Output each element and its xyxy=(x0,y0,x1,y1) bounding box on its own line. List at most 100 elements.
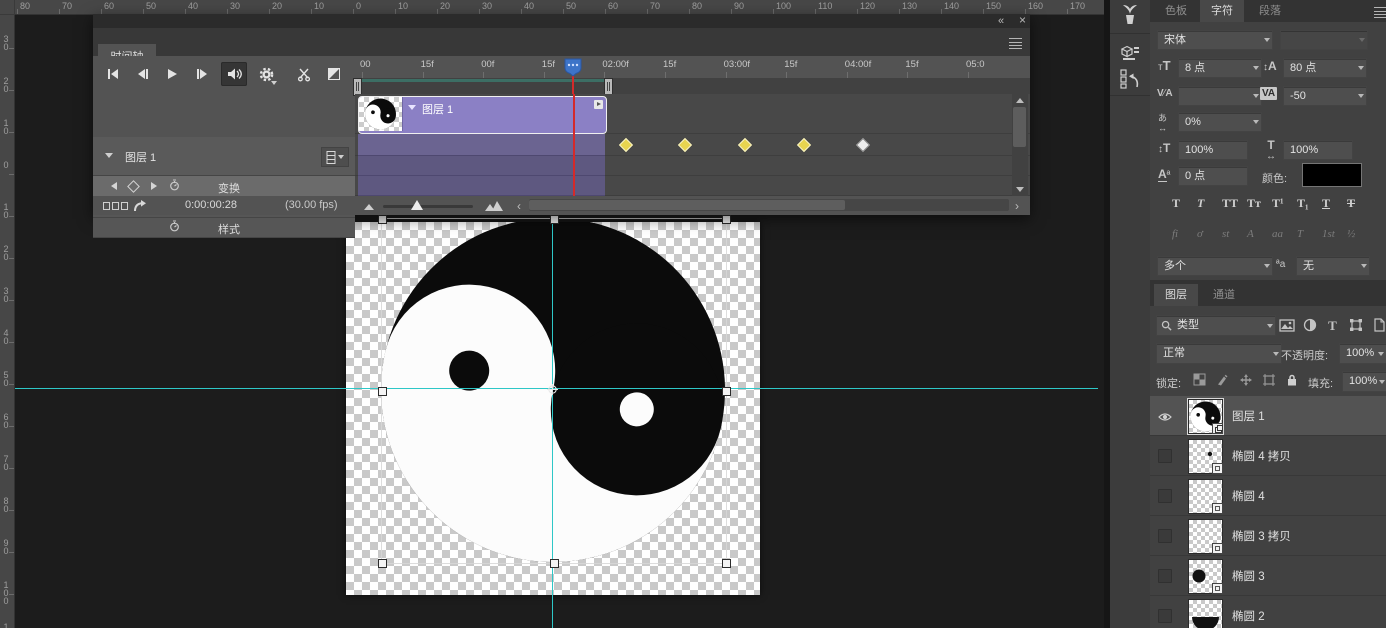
layer-thumbnail[interactable] xyxy=(1188,439,1223,474)
contextual-alternates-button[interactable]: ơ xyxy=(1197,228,1203,240)
layer-row[interactable]: 图层 1 xyxy=(1150,396,1386,436)
layer-row[interactable]: 椭圆 4 xyxy=(1150,476,1386,516)
add-keyframe-icon[interactable] xyxy=(127,180,140,193)
zoom-out-icon[interactable] xyxy=(363,202,375,210)
titling-alternates-button[interactable]: T xyxy=(1297,228,1303,240)
keyframe-diamond[interactable] xyxy=(797,137,811,151)
visibility-toggle-box[interactable] xyxy=(1158,569,1172,583)
visibility-toggle-box[interactable] xyxy=(1158,529,1172,543)
clip-collapse-icon[interactable] xyxy=(408,105,416,110)
subscript-button[interactable]: T₁ xyxy=(1297,196,1309,211)
previous-keyframe-icon[interactable] xyxy=(111,182,117,190)
transform-handle[interactable] xyxy=(378,559,387,568)
layer-thumbnail[interactable] xyxy=(1188,599,1223,628)
leading-select[interactable]: 80 点 xyxy=(1283,58,1367,78)
time-ruler[interactable]: 0015f00f15f02:00f15f03:00f15f04:00f15f05… xyxy=(355,56,1030,79)
transform-handle[interactable] xyxy=(722,215,731,224)
stopwatch-icon[interactable] xyxy=(169,220,180,232)
clip-menu-icon[interactable] xyxy=(594,100,603,109)
smart-object-filter-icon[interactable] xyxy=(1370,317,1386,333)
keyframe-diamond[interactable] xyxy=(619,137,633,151)
strikethrough-button[interactable]: T xyxy=(1347,196,1355,211)
opacity-input[interactable]: 100% xyxy=(1339,343,1386,364)
horizontal-scale-input[interactable]: 100% xyxy=(1283,140,1353,160)
all-caps-button[interactable]: TT xyxy=(1222,196,1238,211)
layer-filter-select[interactable]: 类型 xyxy=(1156,315,1276,336)
vertical-scale-input[interactable]: 100% xyxy=(1178,140,1248,160)
baseline-shift-input[interactable]: 0 点 xyxy=(1178,166,1248,186)
layer-thumbnail[interactable] xyxy=(1188,399,1223,434)
close-panel-icon[interactable]: × xyxy=(1019,15,1026,26)
timeline-zoom-slider-thumb[interactable] xyxy=(411,200,423,210)
render-video-icon[interactable] xyxy=(133,199,151,212)
character-menu-icon[interactable] xyxy=(1374,7,1386,18)
layer-row[interactable]: 椭圆 3 xyxy=(1150,556,1386,596)
next-keyframe-icon[interactable] xyxy=(151,182,157,190)
stopwatch-icon[interactable] xyxy=(169,179,180,191)
discretionary-ligatures-button[interactable]: st xyxy=(1222,228,1229,240)
current-timecode[interactable]: 0:00:00:28 xyxy=(185,199,237,211)
layer-name[interactable]: 图层 1 xyxy=(1232,408,1265,424)
layer-thumbnail[interactable] xyxy=(1188,479,1223,514)
timeline-menu-icon[interactable] xyxy=(1009,38,1022,49)
transform-reference-point[interactable] xyxy=(547,384,558,395)
layer-thumbnail[interactable] xyxy=(1188,519,1223,554)
type-filter-icon[interactable]: T xyxy=(1324,317,1341,333)
layer-name[interactable]: 椭圆 3 xyxy=(1232,568,1265,584)
kerning-select[interactable] xyxy=(1178,86,1262,106)
faux-italic-button[interactable]: T xyxy=(1197,196,1204,211)
tab-paragraph[interactable]: 段落 xyxy=(1248,0,1292,22)
transform-handle[interactable] xyxy=(722,387,731,396)
transform-handle[interactable] xyxy=(550,559,559,568)
tab-swatches[interactable]: 色板 xyxy=(1154,0,1198,22)
layer-name[interactable]: 椭圆 4 xyxy=(1232,488,1265,504)
lock-artboard-icon[interactable] xyxy=(1261,372,1276,387)
play-button[interactable] xyxy=(159,62,185,86)
shape-filter-icon[interactable] xyxy=(1347,317,1364,333)
font-size-select[interactable]: 8 点 xyxy=(1178,58,1262,78)
tracking-select[interactable]: -50 xyxy=(1283,86,1367,106)
language-select[interactable]: 多个 xyxy=(1157,256,1273,276)
lock-all-icon[interactable] xyxy=(1284,372,1299,387)
stylistic-alternates-button[interactable]: aa xyxy=(1272,228,1283,240)
collapse-track-icon[interactable] xyxy=(105,153,113,158)
keyframe-diamond[interactable] xyxy=(678,137,692,151)
track-header[interactable]: 图层 1 xyxy=(93,137,355,176)
visibility-toggle-box[interactable] xyxy=(1158,449,1172,463)
timeline-settings-button[interactable] xyxy=(253,62,279,86)
keyframe-diamond-hollow[interactable] xyxy=(856,137,870,151)
timeline-scrollbar[interactable] xyxy=(529,199,1009,211)
lock-paint-icon[interactable] xyxy=(1215,372,1230,387)
dock-panel-icon-cube-list[interactable] xyxy=(1119,42,1141,64)
collapse-panel-icon[interactable]: « xyxy=(998,16,1004,27)
transform-handle[interactable] xyxy=(722,559,731,568)
transform-handle[interactable] xyxy=(378,387,387,396)
layer-row[interactable]: 椭圆 4 拷贝 xyxy=(1150,436,1386,476)
swash-button[interactable]: A xyxy=(1247,228,1254,240)
layer-name[interactable]: 椭圆 3 拷贝 xyxy=(1232,528,1291,544)
property-row-1[interactable]: 变换 xyxy=(93,176,355,198)
layer-row[interactable]: 椭圆 2 xyxy=(1150,596,1386,628)
transform-handle[interactable] xyxy=(550,215,559,224)
layer-name[interactable]: 椭圆 2 xyxy=(1232,608,1265,624)
transform-handle[interactable] xyxy=(378,215,387,224)
playhead[interactable] xyxy=(563,58,583,77)
underline-button[interactable]: T xyxy=(1322,196,1330,211)
pixel-filter-icon[interactable] xyxy=(1278,317,1295,333)
adjustment-filter-icon[interactable] xyxy=(1301,317,1318,333)
tracks-scrollbar[interactable] xyxy=(1012,94,1028,196)
property-row-3[interactable]: 样式 xyxy=(93,218,355,238)
transition-button[interactable] xyxy=(321,62,347,86)
visibility-eye-icon[interactable] xyxy=(1158,409,1171,422)
font-style-select[interactable] xyxy=(1280,30,1368,50)
blend-mode-select[interactable]: 正常 xyxy=(1156,343,1282,364)
scroll-left-icon[interactable]: ‹ xyxy=(517,200,521,212)
tab-channels[interactable]: 通道 xyxy=(1202,284,1246,306)
antialias-select[interactable]: 无 xyxy=(1296,256,1370,276)
superscript-button[interactable]: T¹ xyxy=(1272,196,1284,211)
frame-animation-icon[interactable] xyxy=(103,202,128,210)
layer-thumbnail[interactable] xyxy=(1188,559,1223,594)
track-options-icon[interactable] xyxy=(321,147,349,167)
ligatures-button[interactable]: fi xyxy=(1172,228,1178,240)
timeline-titlebar[interactable]: « × xyxy=(93,14,1030,28)
